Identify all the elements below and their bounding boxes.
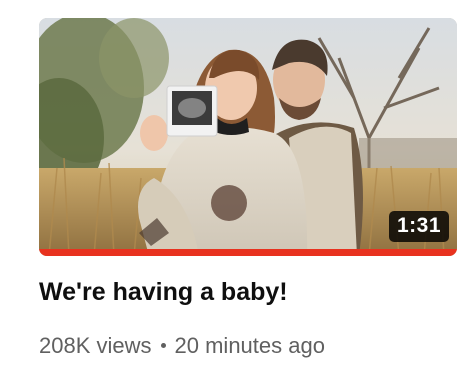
video-thumbnail[interactable]: 1:31 — [39, 18, 457, 256]
watch-progress-bar — [39, 249, 457, 256]
duration-badge: 1:31 — [388, 211, 449, 242]
video-metadata: 208K views 20 minutes ago — [39, 332, 325, 360]
video-card[interactable]: 1:31 We're having a baby! 208K views 20 m… — [0, 0, 462, 386]
watch-progress-fill — [39, 249, 457, 256]
separator-dot — [160, 342, 166, 348]
published-time: 20 minutes ago — [174, 333, 325, 358]
view-count: 208K views — [39, 333, 152, 358]
video-title[interactable]: We're having a baby! — [39, 276, 457, 308]
